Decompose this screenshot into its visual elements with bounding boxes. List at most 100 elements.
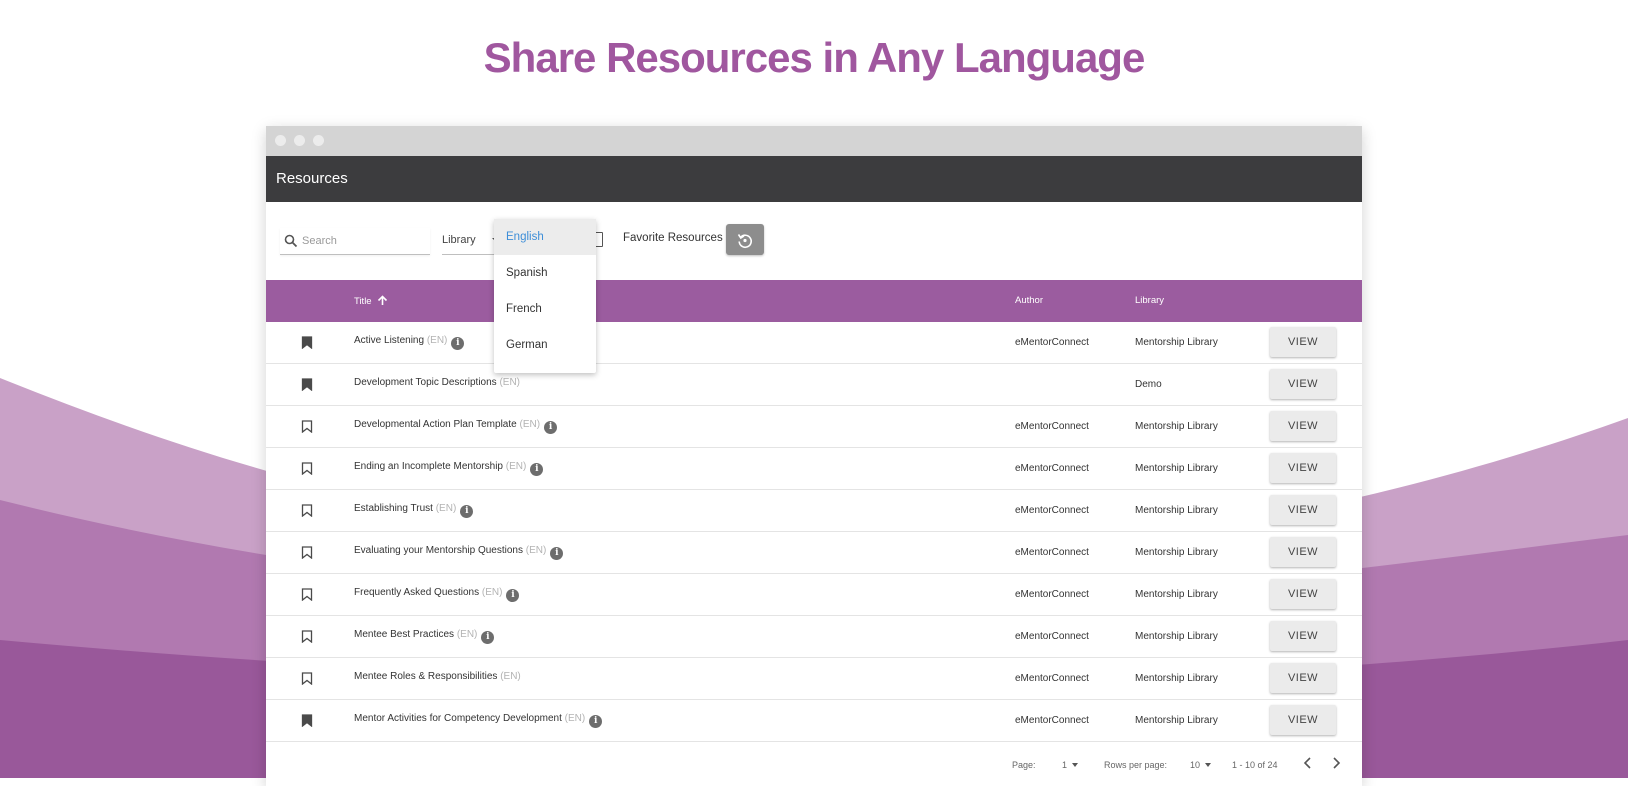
language-tag: (EN): [525, 545, 547, 556]
author-cell: eMentorConnect: [1015, 463, 1089, 474]
resource-title[interactable]: Development Topic Descriptions (EN): [354, 377, 520, 388]
window-chrome: [266, 126, 1362, 156]
info-icon[interactable]: i: [451, 337, 465, 350]
author-cell: eMentorConnect: [1015, 631, 1089, 642]
table-row: Mentee Roles & Responsibilities (EN) eMen…: [266, 658, 1362, 700]
search-icon: [284, 234, 298, 248]
language-tag: (EN): [481, 587, 503, 598]
table-row: Mentor Activities for Competency Develop…: [266, 700, 1362, 742]
bookmark-outline-icon[interactable]: [301, 420, 313, 433]
reset-button[interactable]: [726, 224, 764, 255]
chevron-left-icon: [1303, 757, 1311, 769]
page-select[interactable]: 1: [1062, 760, 1079, 770]
library-cell: Mentorship Library: [1135, 631, 1218, 642]
view-button[interactable]: VIEW: [1270, 411, 1336, 441]
resource-title[interactable]: Ending an Incomplete Mentorship (EN) i: [354, 461, 544, 476]
pagination: Page: 1 Rows per page: 10 1 - 10 of 24: [266, 742, 1362, 782]
author-cell: eMentorConnect: [1015, 337, 1089, 348]
view-button[interactable]: VIEW: [1270, 579, 1336, 609]
language-option-french[interactable]: French: [494, 291, 596, 327]
column-header-author[interactable]: Author: [1015, 295, 1043, 306]
favorite-resources-label: Favorite Resources: [623, 232, 723, 244]
info-icon[interactable]: i: [544, 421, 558, 434]
info-icon[interactable]: i: [530, 463, 544, 476]
table-row: Development Topic Descriptions (EN) Demo V…: [266, 364, 1362, 406]
search-placeholder: Search: [302, 235, 337, 247]
library-cell: Mentorship Library: [1135, 337, 1218, 348]
table-row: Establishing Trust (EN) i eMentorConnect Me…: [266, 490, 1362, 532]
language-option-spanish[interactable]: Spanish: [494, 255, 596, 291]
resource-title-text: Evaluating your Mentorship Questions: [354, 545, 523, 556]
author-cell: eMentorConnect: [1015, 421, 1089, 432]
search-input[interactable]: Search: [280, 228, 430, 255]
app-bar: Resources: [266, 156, 1362, 202]
chevron-down-icon: [1205, 763, 1212, 767]
language-tag: (EN): [435, 503, 457, 514]
resource-title-text: Ending an Incomplete Mentorship: [354, 461, 503, 472]
bookmark-outline-icon[interactable]: [301, 630, 313, 643]
table-row: Frequently Asked Questions (EN) i eMentorC…: [266, 574, 1362, 616]
window-dot-minimize: [294, 135, 305, 146]
app-window: Resources Search Library Favorite Resour…: [266, 126, 1362, 786]
bookmark-outline-icon[interactable]: [301, 504, 313, 517]
bookmark-filled-icon[interactable]: [301, 714, 313, 727]
bookmark-outline-icon[interactable]: [301, 462, 313, 475]
info-icon[interactable]: i: [481, 631, 495, 644]
app-title: Resources: [276, 170, 348, 187]
prev-page-button[interactable]: [1302, 756, 1314, 772]
language-tag: (EN): [426, 335, 448, 346]
table-row: Active Listening (EN) i eMentorConnect Ment…: [266, 322, 1362, 364]
bookmark-filled-icon[interactable]: [301, 378, 313, 391]
bookmark-filled-icon[interactable]: [301, 336, 313, 349]
table-row: Mentee Best Practices (EN) i eMentorConnec…: [266, 616, 1362, 658]
author-cell: eMentorConnect: [1015, 505, 1089, 516]
view-button[interactable]: VIEW: [1270, 621, 1336, 651]
bookmark-outline-icon[interactable]: [301, 588, 313, 601]
resource-title[interactable]: Active Listening (EN) i: [354, 335, 465, 350]
resource-title[interactable]: Establishing Trust (EN) i: [354, 503, 474, 518]
resource-title[interactable]: Mentor Activities for Competency Develop…: [354, 713, 603, 728]
column-header-library[interactable]: Library: [1135, 295, 1164, 306]
library-select[interactable]: Library: [442, 228, 502, 255]
language-option-german[interactable]: German: [494, 327, 596, 363]
view-button[interactable]: VIEW: [1270, 537, 1336, 567]
window-dot-maximize: [313, 135, 324, 146]
bookmark-outline-icon[interactable]: [301, 546, 313, 559]
language-tag: (EN): [499, 377, 521, 388]
page-headline: Share Resources in Any Language: [483, 34, 1146, 81]
resource-title[interactable]: Developmental Action Plan Template (EN) i: [354, 419, 558, 434]
info-icon[interactable]: i: [506, 589, 520, 602]
resource-title-text: Development Topic Descriptions: [354, 377, 497, 388]
column-header-title-label: Title: [354, 296, 372, 307]
view-button[interactable]: VIEW: [1270, 663, 1336, 693]
resource-title-text: Frequently Asked Questions: [354, 587, 480, 598]
rows-per-page-value: 10: [1190, 760, 1201, 770]
resource-title[interactable]: Mentee Best Practices (EN) i: [354, 629, 495, 644]
language-dropdown-menu: English Spanish French German: [494, 219, 596, 373]
next-page-button[interactable]: [1330, 756, 1342, 772]
table-row: Ending an Incomplete Mentorship (EN) i eMe…: [266, 448, 1362, 490]
info-icon[interactable]: i: [550, 547, 564, 560]
library-cell: Demo: [1135, 379, 1162, 390]
table-row: Developmental Action Plan Template (EN) i…: [266, 406, 1362, 448]
view-button[interactable]: VIEW: [1270, 495, 1336, 525]
library-cell: Mentorship Library: [1135, 715, 1218, 726]
bookmark-outline-icon[interactable]: [301, 672, 313, 685]
resource-title[interactable]: Mentee Roles & Responsibilities (EN): [354, 671, 521, 682]
info-icon[interactable]: i: [589, 715, 603, 728]
language-tag: (EN): [564, 713, 586, 724]
resource-title[interactable]: Frequently Asked Questions (EN) i: [354, 587, 520, 602]
view-button[interactable]: VIEW: [1270, 705, 1336, 735]
view-button[interactable]: VIEW: [1270, 453, 1336, 483]
column-header-title[interactable]: Title: [354, 295, 388, 307]
language-option-english[interactable]: English: [494, 219, 596, 255]
resource-title-text: Establishing Trust: [354, 503, 433, 514]
rows-per-page-select[interactable]: 10: [1190, 760, 1212, 770]
language-tag: (EN): [456, 629, 478, 640]
view-button[interactable]: VIEW: [1270, 369, 1336, 399]
resource-title-text: Active Listening: [354, 335, 425, 346]
info-icon[interactable]: i: [460, 505, 474, 518]
resource-title[interactable]: Evaluating your Mentorship Questions (EN…: [354, 545, 564, 560]
view-button[interactable]: VIEW: [1270, 327, 1336, 357]
page-select-value: 1: [1062, 760, 1068, 770]
